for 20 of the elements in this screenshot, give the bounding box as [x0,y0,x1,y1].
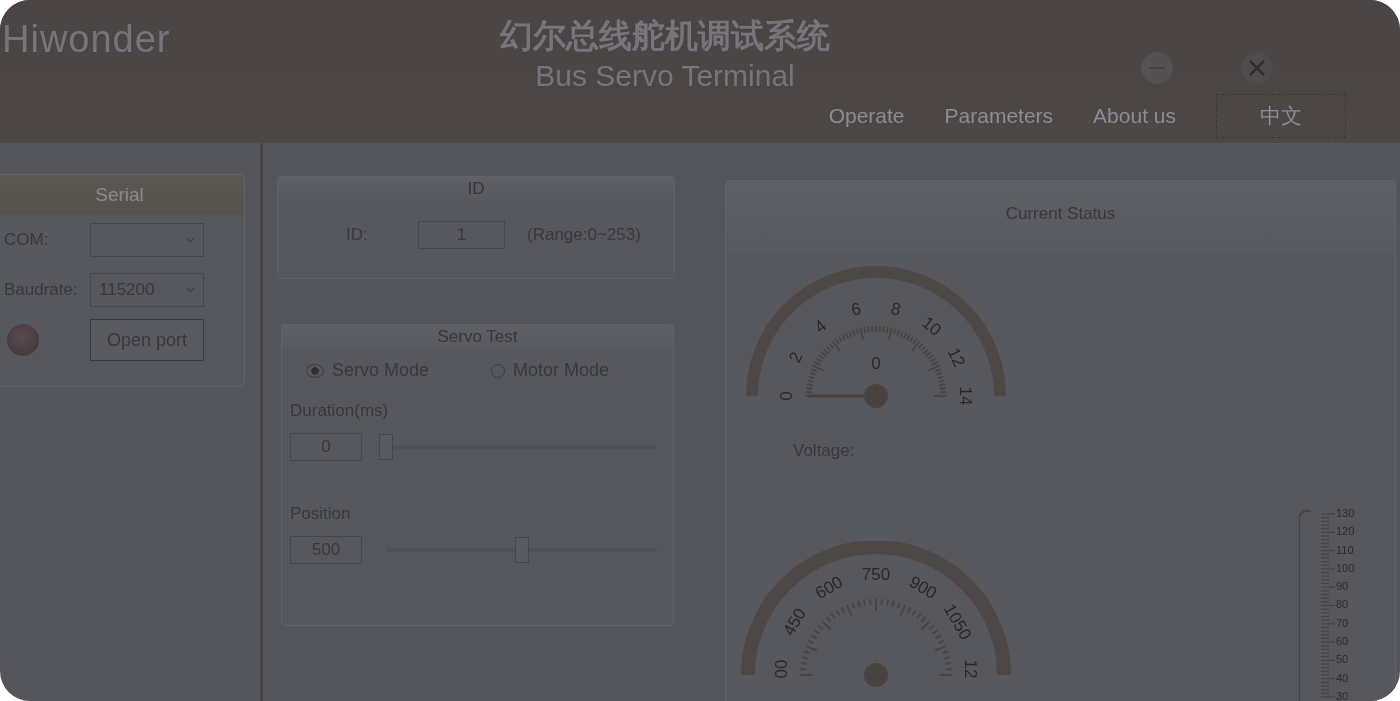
nav-link[interactable]: About us [1093,103,1176,128]
com-dropdown[interactable] [90,223,204,257]
caret-icon [186,237,195,243]
nav-link[interactable]: Operate [828,103,905,128]
dial-label: 14 [955,386,975,406]
dial-label: 450 [779,604,810,640]
caret-icon [186,287,195,293]
language-button[interactable]: 中文 [1216,93,1346,138]
dial-label: 12 [943,344,969,370]
dial-label: 8 [889,298,903,320]
logo-text: Hiwonder [1,17,172,62]
dial-label: 10 [918,313,945,340]
dial-label: 900 [905,572,941,603]
gauge-reading: 0 [871,354,881,373]
app-title: 幻尔总线舵机调试系统 [499,15,831,57]
close-icon[interactable] [1240,51,1274,85]
panel-title: Serial [0,175,244,215]
nav-link[interactable]: Parameters [944,103,1054,128]
app-subtitle: Bus Servo Terminal [534,59,796,93]
dial-label: 600 [811,572,847,603]
